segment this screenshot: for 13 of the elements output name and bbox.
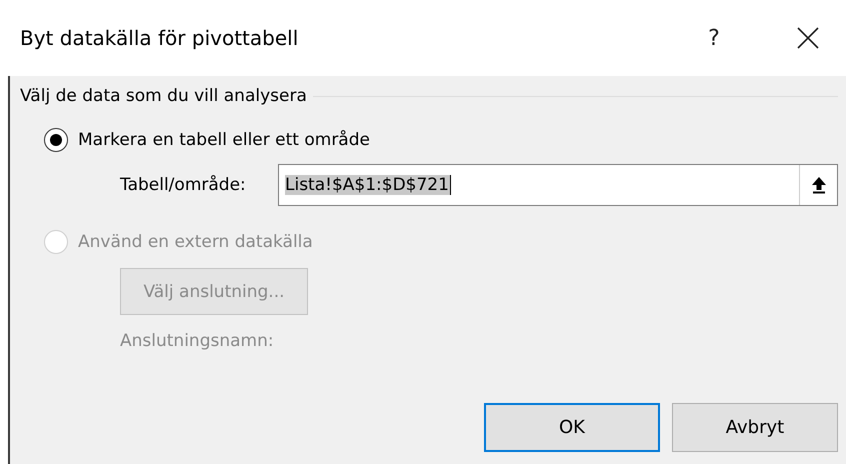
ok-button[interactable]: OK	[484, 403, 660, 452]
option-label: Använd en extern datakälla	[78, 232, 313, 252]
option-label: Markera en tabell eller ett område	[78, 130, 370, 150]
connection-name-label: Anslutningsnamn:	[120, 331, 274, 351]
arrow-up-icon	[810, 176, 826, 194]
window-title: Byt datakälla för pivottabell	[20, 26, 300, 50]
close-icon	[797, 27, 819, 49]
group-label: Välj de data som du vill analysera	[20, 86, 307, 106]
radio-button[interactable]	[44, 128, 68, 152]
field-label: Tabell/område:	[120, 175, 247, 195]
range-field[interactable]: Lista!$A$1:$D$721	[278, 164, 838, 206]
help-button[interactable]: ?	[694, 24, 734, 52]
cancel-button[interactable]: Avbryt	[672, 403, 838, 452]
